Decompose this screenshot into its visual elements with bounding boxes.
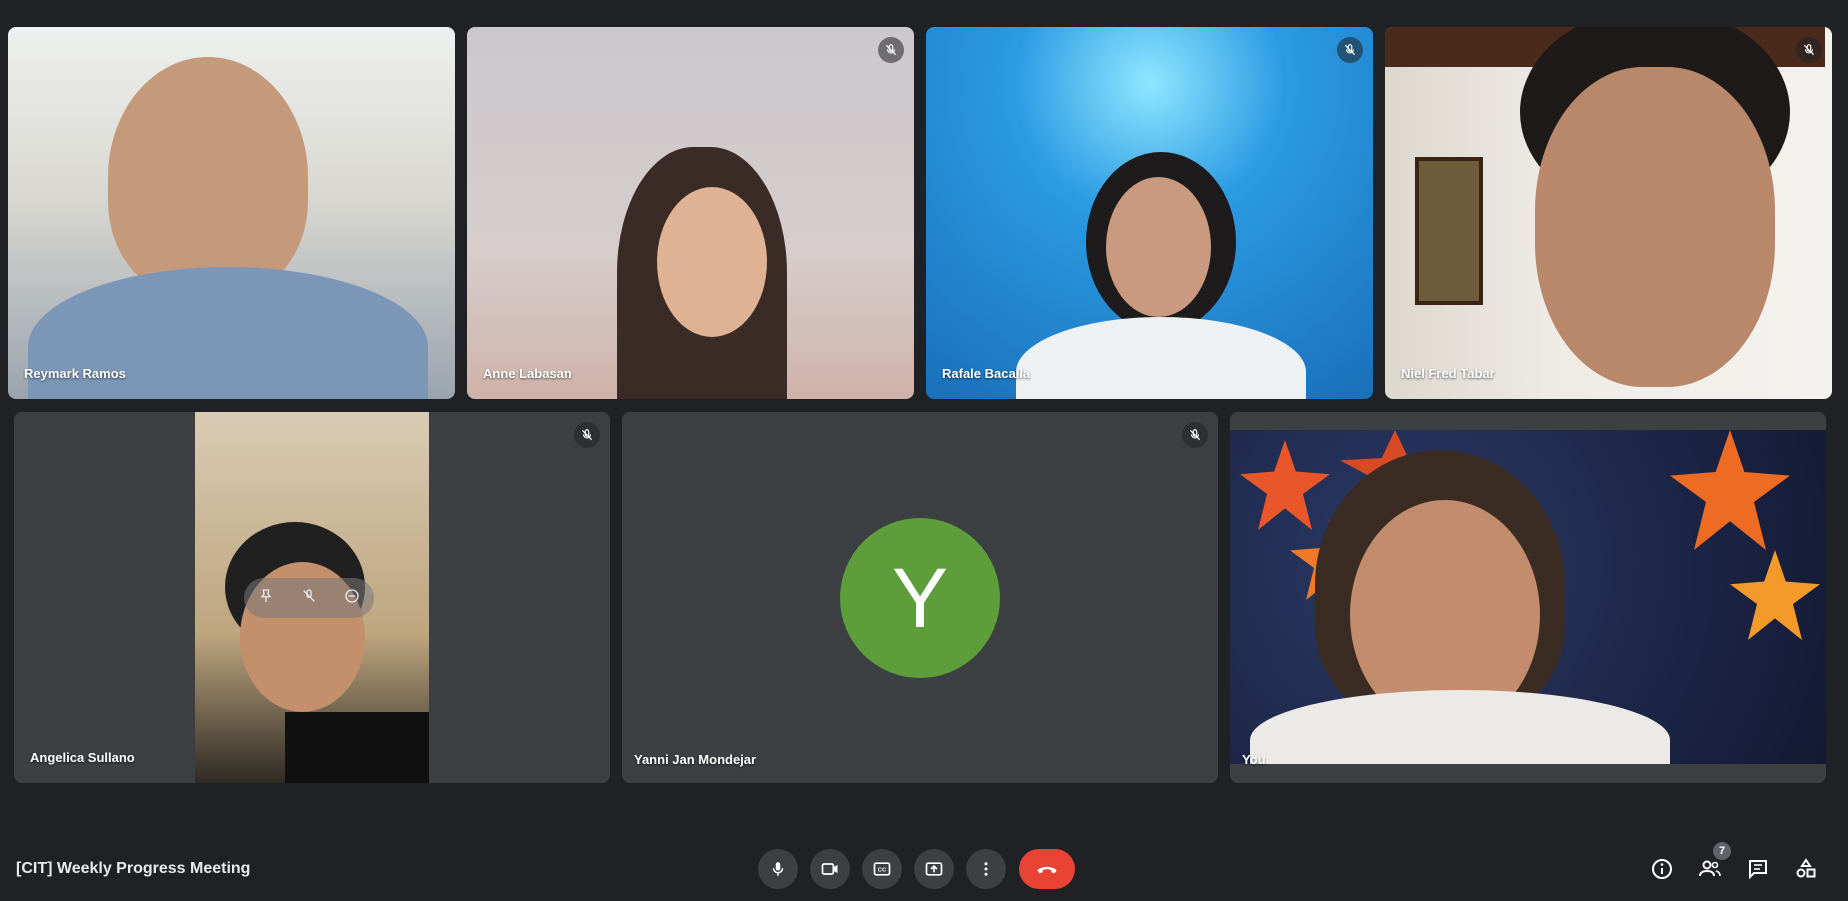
video-tile[interactable]: Niel Fred Tabar [1385, 27, 1832, 399]
camera-button[interactable] [810, 849, 850, 889]
participant-name: You [1242, 752, 1266, 767]
participant-video-face [1535, 67, 1775, 387]
participant-name: Niel Fred Tabar [1401, 366, 1495, 381]
activities-button[interactable] [1789, 852, 1823, 886]
mute-participant-icon[interactable] [301, 588, 317, 609]
self-video [1230, 430, 1826, 764]
meeting-title: [CIT] Weekly Progress Meeting [16, 860, 251, 877]
avatar-letter: Y [891, 550, 949, 645]
chat-icon [1749, 860, 1767, 880]
captions-button[interactable]: CC [862, 849, 902, 889]
remove-participant-icon[interactable] [344, 588, 360, 609]
svg-text:CC: CC [878, 868, 887, 874]
participant-name: Yanni Jan Mondejar [634, 752, 757, 767]
participant-video [108, 57, 308, 297]
meeting-details-button[interactable] [1645, 852, 1679, 886]
people-icon [1699, 860, 1721, 877]
video-tile[interactable]: Rafale Bacalla [926, 27, 1373, 399]
participant-video-face [1106, 177, 1211, 317]
wall-painting [1415, 157, 1483, 305]
participant-name: Reymark Ramos [24, 366, 126, 381]
video-tile[interactable]: Y Yanni Jan Mondejar [622, 412, 1218, 783]
participant-avatar: Y [840, 518, 1000, 678]
muted-mic-icon [574, 422, 600, 448]
captions-icon: CC [873, 862, 891, 876]
participant-name: Anne Labasan [483, 366, 572, 381]
tile-hover-controls [244, 578, 374, 618]
participant-name: Rafale Bacalla [942, 366, 1031, 381]
microphone-icon [772, 862, 784, 876]
pin-icon[interactable] [258, 588, 274, 609]
microphone-button[interactable] [758, 849, 798, 889]
info-icon [1652, 859, 1672, 879]
people-count-badge: 7 [1713, 842, 1731, 860]
more-vert-icon [984, 862, 988, 876]
video-tile[interactable]: Anne Labasan [467, 27, 914, 399]
camera-icon [821, 863, 838, 875]
muted-mic-icon [1796, 37, 1822, 63]
present-button[interactable] [914, 849, 954, 889]
video-tile[interactable]: Angelica Sullano [14, 412, 610, 783]
more-options-button[interactable] [966, 849, 1006, 889]
participant-name: Angelica Sullano [30, 750, 135, 765]
chat-button[interactable] [1741, 852, 1775, 886]
participant-video-body [1016, 317, 1306, 399]
participant-video-face [657, 187, 767, 337]
video-tile-self[interactable]: You [1230, 412, 1826, 783]
muted-mic-icon [1182, 422, 1208, 448]
present-screen-icon [925, 862, 943, 876]
people-button[interactable]: 7 [1693, 842, 1731, 886]
video-tile[interactable]: Reymark Ramos [8, 27, 455, 399]
muted-mic-icon [1337, 37, 1363, 63]
hang-up-icon [1037, 866, 1057, 874]
leave-call-button[interactable] [1019, 849, 1075, 889]
activities-icon [1796, 858, 1816, 878]
muted-mic-icon [878, 37, 904, 63]
